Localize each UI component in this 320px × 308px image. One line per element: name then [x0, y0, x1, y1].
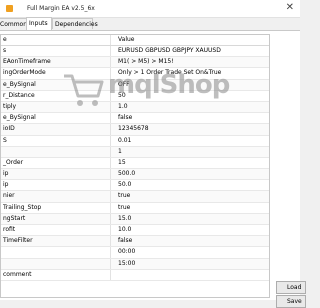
table-row[interactable]: ip 500.0 — [1, 169, 269, 181]
tab-dependencies[interactable]: Dependencies — [52, 18, 98, 29]
variable-cell: nier — [1, 191, 111, 202]
table-row[interactable]: _Order 15 — [1, 157, 269, 170]
value-cell[interactable]: false — [118, 113, 268, 123]
value-cell[interactable]: 500.0 — [118, 169, 268, 179]
table-row[interactable]: rofit 10.0 — [1, 225, 269, 237]
value-cell[interactable]: 15:00 — [118, 259, 268, 269]
variable-cell: ip — [1, 169, 111, 180]
inputs-panel: e Value s EURUSD GBPUSD GBPJPY XAUUSD EAon… — [0, 30, 306, 300]
value-cell[interactable]: 0.01 — [118, 136, 268, 146]
variable-cell: rofit — [1, 225, 111, 236]
variable-cell: e_BySignal — [1, 79, 111, 90]
variable-cell: ioID — [1, 124, 111, 135]
variable-cell: Trailing_Stop — [1, 202, 111, 213]
variable-cell — [1, 258, 111, 269]
table-row[interactable]: ngStart 15.0 — [1, 213, 269, 225]
variable-cell: s — [1, 46, 111, 57]
column-header-variable[interactable]: e — [1, 35, 111, 45]
table-header: e Value — [1, 35, 269, 46]
inputs-table: e Value s EURUSD GBPUSD GBPJPY XAUUSD EAon… — [0, 34, 270, 298]
variable-cell: TimeFilter — [1, 236, 111, 247]
column-header-value[interactable]: Value — [118, 35, 268, 45]
load-button[interactable]: Load — [276, 281, 306, 294]
value-cell[interactable]: 00:00 — [118, 247, 268, 257]
window-title: Full Margin EA v2.5_6x — [27, 5, 95, 12]
variable-cell: e_BySignal — [1, 113, 111, 124]
variable-cell: comment — [1, 269, 111, 280]
table-row[interactable]: tiply 1.0 — [1, 101, 269, 114]
variable-cell — [1, 146, 111, 157]
variable-cell: ip — [1, 180, 111, 191]
variable-cell — [1, 247, 111, 258]
table-row[interactable]: r_Distance 50 — [1, 90, 269, 102]
table-row[interactable]: nier true — [1, 191, 269, 203]
table-row[interactable]: 1 — [1, 146, 269, 158]
value-cell[interactable]: 50 — [118, 91, 268, 101]
table-row[interactable]: s EURUSD GBPUSD GBPJPY XAUUSD — [1, 46, 269, 58]
app-icon — [6, 5, 13, 12]
title-bar: Full Margin EA v2.5_6x ✕ — [0, 0, 300, 18]
table-row[interactable]: 00:00 — [1, 247, 269, 259]
table-row[interactable]: ingOrderMode Only > 1 Order Trade Set On&… — [1, 68, 269, 80]
table-row[interactable]: 15:00 — [1, 258, 269, 270]
variable-cell: ngStart — [1, 213, 111, 224]
close-icon[interactable]: ✕ — [286, 2, 294, 14]
value-cell[interactable]: true — [118, 191, 268, 201]
value-cell[interactable]: 1.0 — [118, 102, 268, 112]
variable-cell: ingOrderMode — [1, 68, 111, 79]
value-cell[interactable]: 15.0 — [118, 214, 268, 224]
variable-cell: S — [1, 135, 111, 146]
value-cell[interactable]: Only > 1 Order Trade Set On&True — [118, 68, 268, 78]
tab-common[interactable]: Common — [0, 18, 27, 29]
value-cell[interactable]: M1( > M5) > M15! — [118, 57, 268, 67]
table-row[interactable]: ioID 12345678 — [1, 124, 269, 136]
tab-strip: Common Inputs Dependencies — [0, 17, 300, 30]
table-row[interactable]: comment — [1, 269, 269, 281]
table-row[interactable]: e_BySignal OFF — [1, 79, 269, 91]
table-row[interactable]: ip 50.0 — [1, 180, 269, 192]
value-cell[interactable]: 12345678 — [118, 124, 268, 134]
tab-inputs[interactable]: Inputs — [26, 17, 52, 30]
value-cell[interactable]: false — [118, 236, 268, 246]
save-button[interactable]: Save — [276, 295, 306, 308]
table-row[interactable]: TimeFilter false — [1, 236, 269, 248]
value-cell[interactable]: OFF — [118, 80, 268, 90]
table-row[interactable]: e_BySignal false — [1, 113, 269, 125]
value-cell[interactable]: 15 — [118, 158, 268, 168]
value-cell[interactable]: 50.0 — [118, 180, 268, 190]
value-cell[interactable]: EURUSD GBPUSD GBPJPY XAUUSD — [118, 46, 268, 56]
table-row[interactable]: EAonTimeframe M1( > M5) > M15! — [1, 57, 269, 69]
value-cell[interactable]: 1 — [118, 147, 268, 157]
variable-cell: r_Distance — [1, 90, 111, 101]
value-cell[interactable]: 10.0 — [118, 225, 268, 235]
variable-cell: tiply — [1, 101, 111, 113]
variable-cell: EAonTimeframe — [1, 57, 111, 68]
variable-cell: _Order — [1, 157, 111, 169]
table-row[interactable]: Trailing_Stop true — [1, 202, 269, 214]
value-cell[interactable]: true — [118, 203, 268, 213]
table-row[interactable]: S 0.01 — [1, 135, 269, 147]
